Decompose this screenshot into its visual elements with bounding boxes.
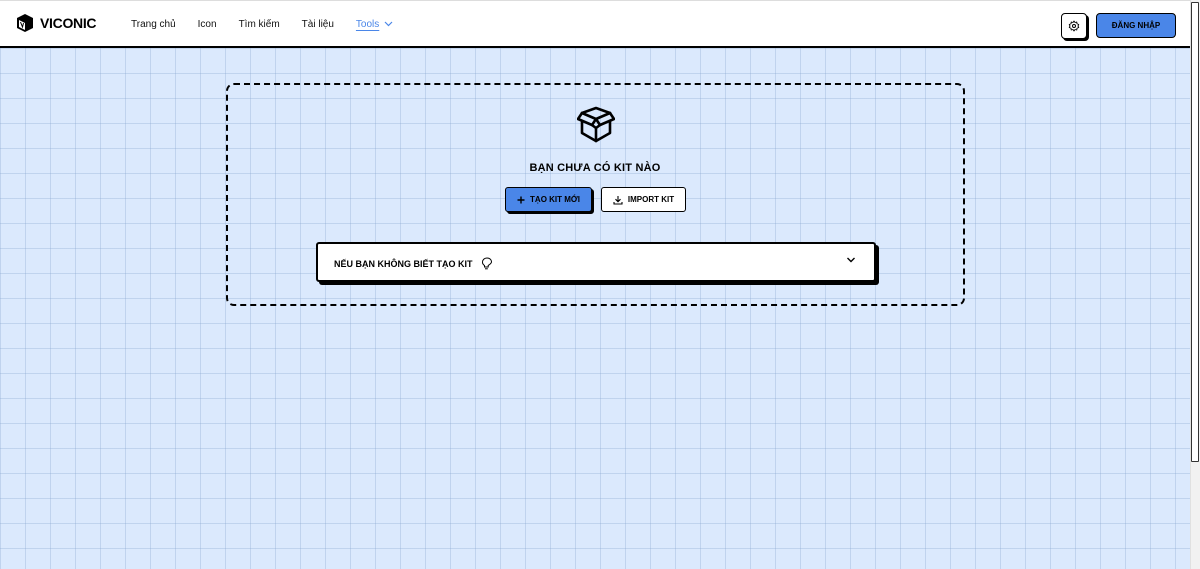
main-nav: Trang chủ Icon Tìm kiếm Tài liệu Tools <box>131 1 393 47</box>
download-icon <box>613 195 623 205</box>
settings-button[interactable] <box>1061 13 1087 39</box>
logo[interactable]: VICONIC <box>16 13 97 33</box>
lightbulb-icon <box>481 257 492 270</box>
nav-tools[interactable]: Tools <box>356 19 393 30</box>
empty-state-title-text: BẠN CHƯA CÓ KIT NÀO <box>529 162 661 174</box>
help-accordion[interactable]: NẾU BẠN KHÔNG BIẾT TẠO KIT <box>316 242 876 282</box>
new-kit-button[interactable]: TẠO KIT MỚI <box>505 187 592 212</box>
login-button[interactable]: ĐĂNG NHẬP <box>1096 13 1176 38</box>
nav-tools-label[interactable]: Tools <box>356 19 379 30</box>
plus-icon <box>517 196 525 203</box>
top-header: VICONIC Trang chủ Icon Tìm kiếm Tài liệu… <box>0 0 1190 48</box>
nav-icon[interactable]: Icon <box>198 19 217 30</box>
nav-docs[interactable]: Tài liệu <box>302 19 334 30</box>
empty-state-title: BẠN CHƯA CÓ KIT NÀO <box>0 162 1190 174</box>
help-accordion-header: NẾU BẠN KHÔNG BIẾT TẠO KIT <box>334 257 493 270</box>
chevron-down-icon <box>384 21 393 27</box>
box-icon <box>577 106 615 143</box>
import-kit-label: IMPORT KIT <box>627 195 675 204</box>
logo-text: VICONIC <box>40 15 97 31</box>
logo-icon <box>17 14 33 32</box>
nav-home[interactable]: Trang chủ <box>131 19 176 30</box>
gear-icon <box>1068 20 1080 32</box>
new-kit-label: TẠO KIT MỚI <box>530 195 580 204</box>
scrollbar-thumb[interactable] <box>1191 2 1199 462</box>
import-kit-button[interactable]: IMPORT KIT <box>601 187 686 212</box>
nav-search[interactable]: Tìm kiếm <box>239 19 280 30</box>
chevron-down-icon[interactable] <box>846 256 856 264</box>
help-accordion-label: NẾU BẠN KHÔNG BIẾT TẠO KIT <box>334 258 473 269</box>
